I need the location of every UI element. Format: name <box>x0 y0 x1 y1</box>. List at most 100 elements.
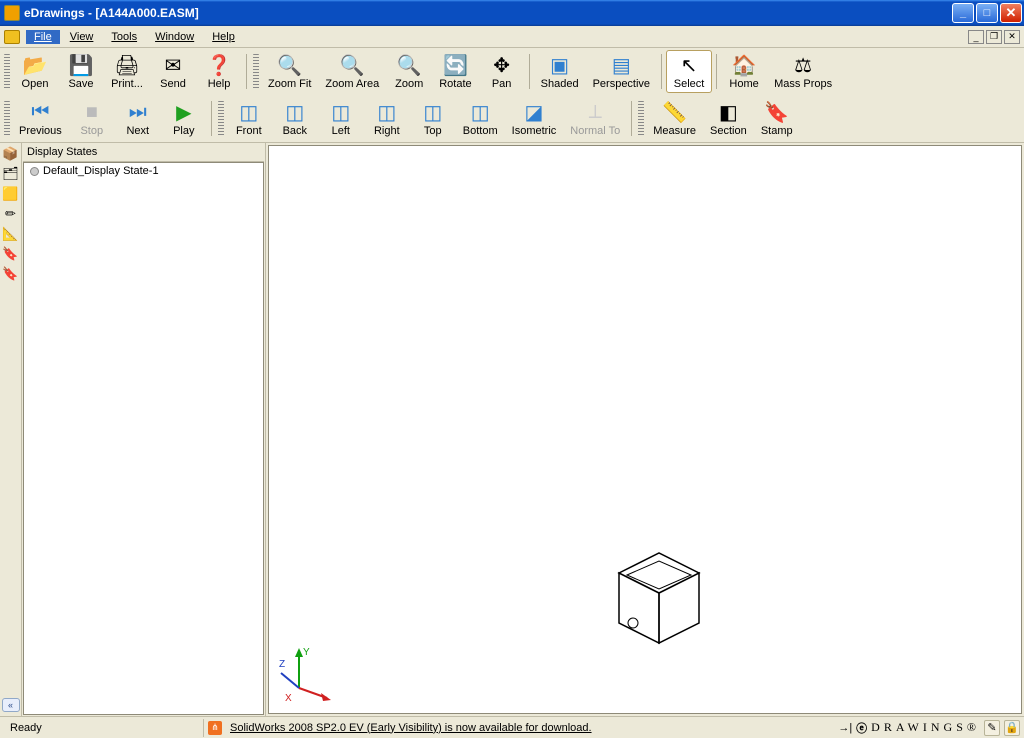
shaded-button[interactable]: ▣Shaded <box>534 50 586 93</box>
menu-window[interactable]: Window <box>147 30 202 44</box>
save-button[interactable]: 💾Save <box>58 50 104 93</box>
back-icon: ◫ <box>283 100 307 124</box>
measure-icon: 📏 <box>663 100 687 124</box>
stamp-icon: 🔖 <box>765 100 789 124</box>
front-button[interactable]: ◫Front <box>226 97 272 140</box>
gutter-markup-icon[interactable]: ✏ <box>2 205 20 223</box>
previous-icon: ⏮ <box>28 100 52 124</box>
menubar-app-icon[interactable] <box>4 30 20 44</box>
mdi-close-button[interactable]: ✕ <box>1004 30 1020 44</box>
statusbar: Ready ⋔ SolidWorks 2008 SP2.0 EV (Early … <box>0 716 1024 738</box>
top-button[interactable]: ◫Top <box>410 97 456 140</box>
viewport-3d[interactable]: Y X Z <box>268 145 1022 714</box>
left-button[interactable]: ◫Left <box>318 97 364 140</box>
zoom-fit-icon: 🔍 <box>278 53 302 77</box>
menu-view[interactable]: View <box>62 30 102 44</box>
help-button[interactable]: ❓Help <box>196 50 242 93</box>
back-button[interactable]: ◫Back <box>272 97 318 140</box>
rss-icon[interactable]: ⋔ <box>208 721 222 735</box>
left-tool-gutter: 📦 🗂 🟨 ✏ 📐 🔖 🔖 « <box>0 143 22 716</box>
toolbar-grip[interactable] <box>4 54 10 89</box>
toolbar-separator <box>631 101 632 136</box>
status-ready: Ready <box>4 719 204 737</box>
select-icon: ↖ <box>677 53 701 77</box>
svg-text:Z: Z <box>279 659 285 670</box>
bottom-button[interactable]: ◫Bottom <box>456 97 505 140</box>
section-button[interactable]: ◧Section <box>703 97 754 140</box>
toolbar-separator <box>246 54 247 89</box>
stop-button[interactable]: ■Stop <box>69 97 115 140</box>
perspective-button[interactable]: ▤Perspective <box>586 50 657 93</box>
home-icon: 🏠 <box>732 53 756 77</box>
panel-header: Display States <box>23 144 264 162</box>
mdi-minimize-button[interactable]: _ <box>968 30 984 44</box>
close-button[interactable]: ✕ <box>1000 3 1022 23</box>
top-icon: ◫ <box>421 100 445 124</box>
toolbar-grip[interactable] <box>638 101 644 136</box>
gutter-collapse-button[interactable]: « <box>2 698 20 712</box>
print-icon: 🖨 <box>115 53 139 77</box>
display-state-item[interactable]: Default_Display State-1 <box>24 163 263 179</box>
normal-to-icon: ⟂ <box>583 100 607 124</box>
gutter-layers-icon[interactable]: 🟨 <box>2 185 20 203</box>
gutter-tree-icon[interactable]: 🗂 <box>2 165 20 183</box>
gutter-stamp-icon[interactable]: 🔖 <box>2 265 20 283</box>
gutter-views-icon[interactable]: 🔖 <box>2 245 20 263</box>
toolbar-area: 📂Open 💾Save 🖨Print... ✉Send ❓Help 🔍Zoom … <box>0 48 1024 143</box>
menu-help[interactable]: Help <box>204 30 243 44</box>
panel-body: Default_Display State-1 <box>23 162 264 715</box>
brand-label: DRAWINGS® <box>871 720 980 735</box>
app-icon <box>4 5 20 21</box>
previous-button[interactable]: ⏮Previous <box>12 97 69 140</box>
print-button[interactable]: 🖨Print... <box>104 50 150 93</box>
rotate-button[interactable]: 🔄Rotate <box>432 50 478 93</box>
viewport-wrap: Y X Z <box>266 143 1024 716</box>
toolbar-separator <box>716 54 717 89</box>
tree-item-label: Default_Display State-1 <box>43 165 159 177</box>
status-pencil-icon[interactable]: ✎ <box>984 720 1000 736</box>
open-button[interactable]: 📂Open <box>12 50 58 93</box>
next-button[interactable]: ⏭Next <box>115 97 161 140</box>
mass-props-button[interactable]: ⚖Mass Props <box>767 50 839 93</box>
status-nav-icon[interactable]: →| <box>838 722 852 734</box>
zoom-icon: 🔍 <box>397 53 421 77</box>
toolbar-grip[interactable] <box>253 54 259 89</box>
body-area: 📦 🗂 🟨 ✏ 📐 🔖 🔖 « Display States Default_D… <box>0 143 1024 716</box>
toolbar-grip[interactable] <box>4 101 10 136</box>
isometric-button[interactable]: ◪Isometric <box>505 97 564 140</box>
toolbar-row-1: 📂Open 💾Save 🖨Print... ✉Send ❓Help 🔍Zoom … <box>0 48 1024 95</box>
right-button[interactable]: ◫Right <box>364 97 410 140</box>
measure-button[interactable]: 📏Measure <box>646 97 703 140</box>
normal-to-button[interactable]: ⟂Normal To <box>563 97 627 140</box>
menu-file[interactable]: File <box>26 30 60 44</box>
menu-tools[interactable]: Tools <box>103 30 145 44</box>
mdi-restore-button[interactable]: ❐ <box>986 30 1002 44</box>
home-button[interactable]: 🏠Home <box>721 50 767 93</box>
zoom-button[interactable]: 🔍Zoom <box>386 50 432 93</box>
status-news-link[interactable]: SolidWorks 2008 SP2.0 EV (Early Visibili… <box>230 722 592 734</box>
coordinate-triad: Y X Z <box>279 643 339 703</box>
play-button[interactable]: ▶Play <box>161 97 207 140</box>
toolbar-grip[interactable] <box>218 101 224 136</box>
zoom-fit-button[interactable]: 🔍Zoom Fit <box>261 50 318 93</box>
mdi-controls: _ ❐ ✕ <box>966 30 1024 44</box>
pan-button[interactable]: ✥Pan <box>479 50 525 93</box>
rotate-icon: 🔄 <box>443 53 467 77</box>
minimize-button[interactable]: _ <box>952 3 974 23</box>
window-controls: _ □ ✕ <box>952 3 1022 23</box>
state-icon <box>30 167 39 176</box>
toolbar-separator <box>211 101 212 136</box>
gutter-measure-icon[interactable]: 📐 <box>2 225 20 243</box>
gutter-components-icon[interactable]: 📦 <box>2 145 20 163</box>
select-button[interactable]: ↖Select <box>666 50 712 93</box>
pan-icon: ✥ <box>490 53 514 77</box>
send-button[interactable]: ✉Send <box>150 50 196 93</box>
stamp-button[interactable]: 🔖Stamp <box>754 97 800 140</box>
perspective-icon: ▤ <box>609 53 633 77</box>
maximize-button[interactable]: □ <box>976 3 998 23</box>
menubar: File View Tools Window Help _ ❐ ✕ <box>0 26 1024 48</box>
zoom-area-button[interactable]: 🔍Zoom Area <box>318 50 386 93</box>
send-icon: ✉ <box>161 53 185 77</box>
window-title: eDrawings - [A144A000.EASM] <box>24 6 952 20</box>
status-lock-icon[interactable]: 🔒 <box>1004 720 1020 736</box>
